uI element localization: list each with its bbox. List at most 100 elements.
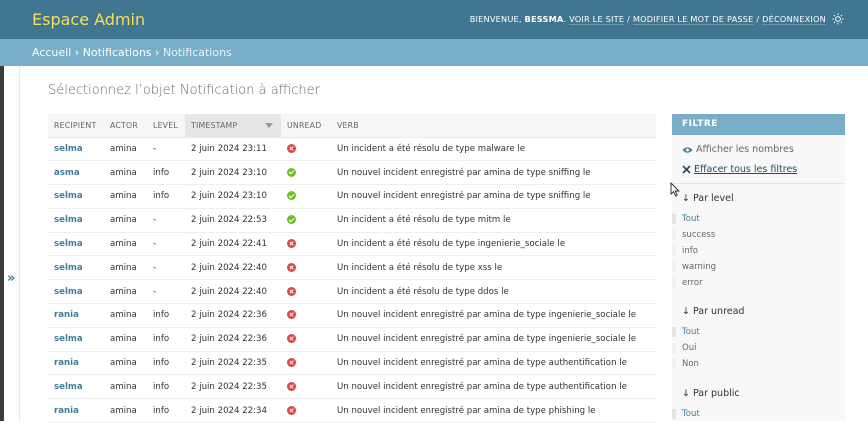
cell-recipient[interactable]: selma	[48, 374, 104, 400]
cell-recipient[interactable]: selma	[48, 208, 104, 233]
cell-level: -	[147, 137, 185, 162]
table-row: selma amina info 2 juin 2024 22:36 Un nouvel…	[48, 327, 656, 352]
filter-heading-level[interactable]: ↓ Par level	[682, 193, 734, 204]
cell-verb: Un incident a été résolu de type malware…	[331, 137, 656, 162]
filter-option-unread-no[interactable]: Non	[672, 359, 699, 369]
filter-heading-unread[interactable]: ↓ Par unread	[682, 306, 744, 317]
table-row: selma amina -2 juin 2024 23:11 Un incident …	[48, 137, 656, 162]
cell-verb: Un nouvel incident enregistré par amina …	[331, 327, 656, 352]
show-counts-link[interactable]: Afficher les nombres	[672, 144, 794, 155]
check-icon	[287, 191, 296, 201]
table-row: selma amina -2 juin 2024 22:40 Un incident …	[48, 279, 656, 305]
double-chevron-right-icon[interactable]: »	[7, 271, 15, 286]
cell-recipient[interactable]: selma	[48, 184, 104, 209]
cell-timestamp: 2 juin 2024 22:35	[185, 351, 281, 376]
filter-title: FILTRE	[672, 114, 845, 135]
table-row: selma amina info 2 juin 2024 22:35 Un nouvel…	[48, 374, 656, 400]
filter-option-level-success[interactable]: success	[672, 230, 715, 240]
cross-icon	[287, 405, 296, 415]
column-header-level[interactable]: LEVEL	[147, 114, 185, 138]
table-row: selma amina info 2 juin 2024 23:10 Un nouvel…	[48, 184, 656, 209]
cell-actor: amina	[104, 398, 147, 423]
change-password-link[interactable]: MODIFIER LE MOT DE PASSE	[632, 14, 754, 25]
cell-unread	[281, 398, 331, 423]
cell-level: info	[147, 374, 185, 400]
cross-icon	[287, 358, 296, 368]
separator: /	[756, 14, 760, 24]
cell-unread	[281, 160, 331, 186]
site-name[interactable]: Espace Admin	[32, 10, 145, 29]
cell-verb: Un nouvel incident enregistré par amina …	[331, 184, 656, 209]
close-icon	[682, 164, 691, 175]
cell-level: info	[147, 160, 185, 186]
cell-verb: Un incident a été résolu de type xss le	[331, 255, 656, 281]
cell-unread	[281, 184, 331, 209]
check-icon	[287, 215, 296, 225]
cell-verb: Un nouvel incident enregistré par amina …	[331, 303, 656, 328]
filter-option-unread-all[interactable]: Tout	[672, 327, 700, 337]
column-header-actor[interactable]: ACTOR	[104, 114, 147, 138]
logout-link[interactable]: DÉCONNEXION	[762, 14, 826, 25]
cross-icon	[287, 310, 296, 320]
table-header-row: RECIPIENT ACTOR LEVEL TIMESTAMP UNREAD V…	[48, 114, 656, 138]
eye-icon	[682, 144, 696, 155]
sort-descending-icon[interactable]	[265, 123, 273, 128]
cell-level: -	[147, 232, 185, 257]
divider	[672, 183, 845, 184]
cell-unread	[281, 279, 331, 305]
cell-actor: amina	[104, 327, 147, 352]
column-header-verb[interactable]: VERB	[331, 114, 656, 138]
cell-unread	[281, 303, 331, 328]
cell-level: -	[147, 279, 185, 305]
cell-recipient[interactable]: rania	[48, 351, 104, 376]
cell-recipient[interactable]: asma	[48, 160, 104, 186]
cell-verb: Un nouvel incident enregistré par amina …	[331, 160, 656, 186]
cell-recipient[interactable]: selma	[48, 327, 104, 352]
filter-option-level-info[interactable]: info	[672, 246, 698, 256]
cell-timestamp: 2 juin 2024 22:36	[185, 327, 281, 352]
cross-icon	[287, 381, 296, 391]
cell-timestamp: 2 juin 2024 22:40	[185, 255, 281, 281]
breadcrumb-app[interactable]: Notifications	[83, 46, 152, 59]
table-row: selma amina -2 juin 2024 22:53 Un incident …	[48, 208, 656, 233]
breadcrumb-separator: ›	[155, 46, 160, 59]
filter-option-level-error[interactable]: error	[672, 278, 703, 288]
page-title: Sélectionnez l’objet Notification à affi…	[48, 83, 320, 98]
cell-actor: amina	[104, 232, 147, 257]
cell-actor: amina	[104, 255, 147, 281]
filter-option-unread-yes[interactable]: Oui	[672, 343, 696, 353]
cell-level: -	[147, 255, 185, 281]
cell-unread	[281, 327, 331, 352]
column-header-timestamp[interactable]: TIMESTAMP	[185, 114, 281, 138]
filter-heading-public[interactable]: ↓ Par public	[682, 388, 740, 399]
filter-option-level-all[interactable]: Tout	[672, 214, 700, 224]
cell-actor: amina	[104, 208, 147, 233]
cell-recipient[interactable]: selma	[48, 137, 104, 162]
check-icon	[287, 167, 296, 177]
cell-timestamp: 2 juin 2024 22:53	[185, 208, 281, 233]
cell-level: -	[147, 208, 185, 233]
table-row: rania amina info 2 juin 2024 22:35 Un nouvel…	[48, 351, 656, 376]
welcome-text: BIENVENUE,	[469, 14, 522, 24]
cell-recipient[interactable]: rania	[48, 303, 104, 328]
cell-verb: Un nouvel incident enregistré par amina …	[331, 374, 656, 400]
cross-icon	[287, 239, 296, 249]
column-header-recipient[interactable]: RECIPIENT	[48, 114, 104, 138]
filter-option-public-all[interactable]: Tout	[672, 409, 700, 419]
table-row: asma amina info 2 juin 2024 23:10 Un nouvel …	[48, 160, 656, 186]
sun-icon[interactable]	[832, 13, 844, 25]
column-header-unread[interactable]: UNREAD	[281, 114, 331, 138]
cell-actor: amina	[104, 279, 147, 305]
view-site-link[interactable]: VOIR LE SITE	[569, 14, 625, 25]
nav-sidebar-toggle[interactable]: »	[4, 66, 20, 421]
cell-recipient[interactable]: selma	[48, 279, 104, 305]
clear-filters-link[interactable]: Effacer tous les filtres	[672, 164, 797, 175]
cell-verb: Un incident a été résolu de type ingenie…	[331, 232, 656, 257]
filter-option-level-warning[interactable]: warning	[672, 262, 716, 272]
breadcrumb-home[interactable]: Accueil	[32, 46, 71, 59]
cell-recipient[interactable]: selma	[48, 255, 104, 281]
cell-recipient[interactable]: selma	[48, 232, 104, 257]
cell-actor: amina	[104, 374, 147, 400]
cell-recipient[interactable]: rania	[48, 398, 104, 423]
results-table: RECIPIENT ACTOR LEVEL TIMESTAMP UNREAD V…	[48, 114, 656, 423]
